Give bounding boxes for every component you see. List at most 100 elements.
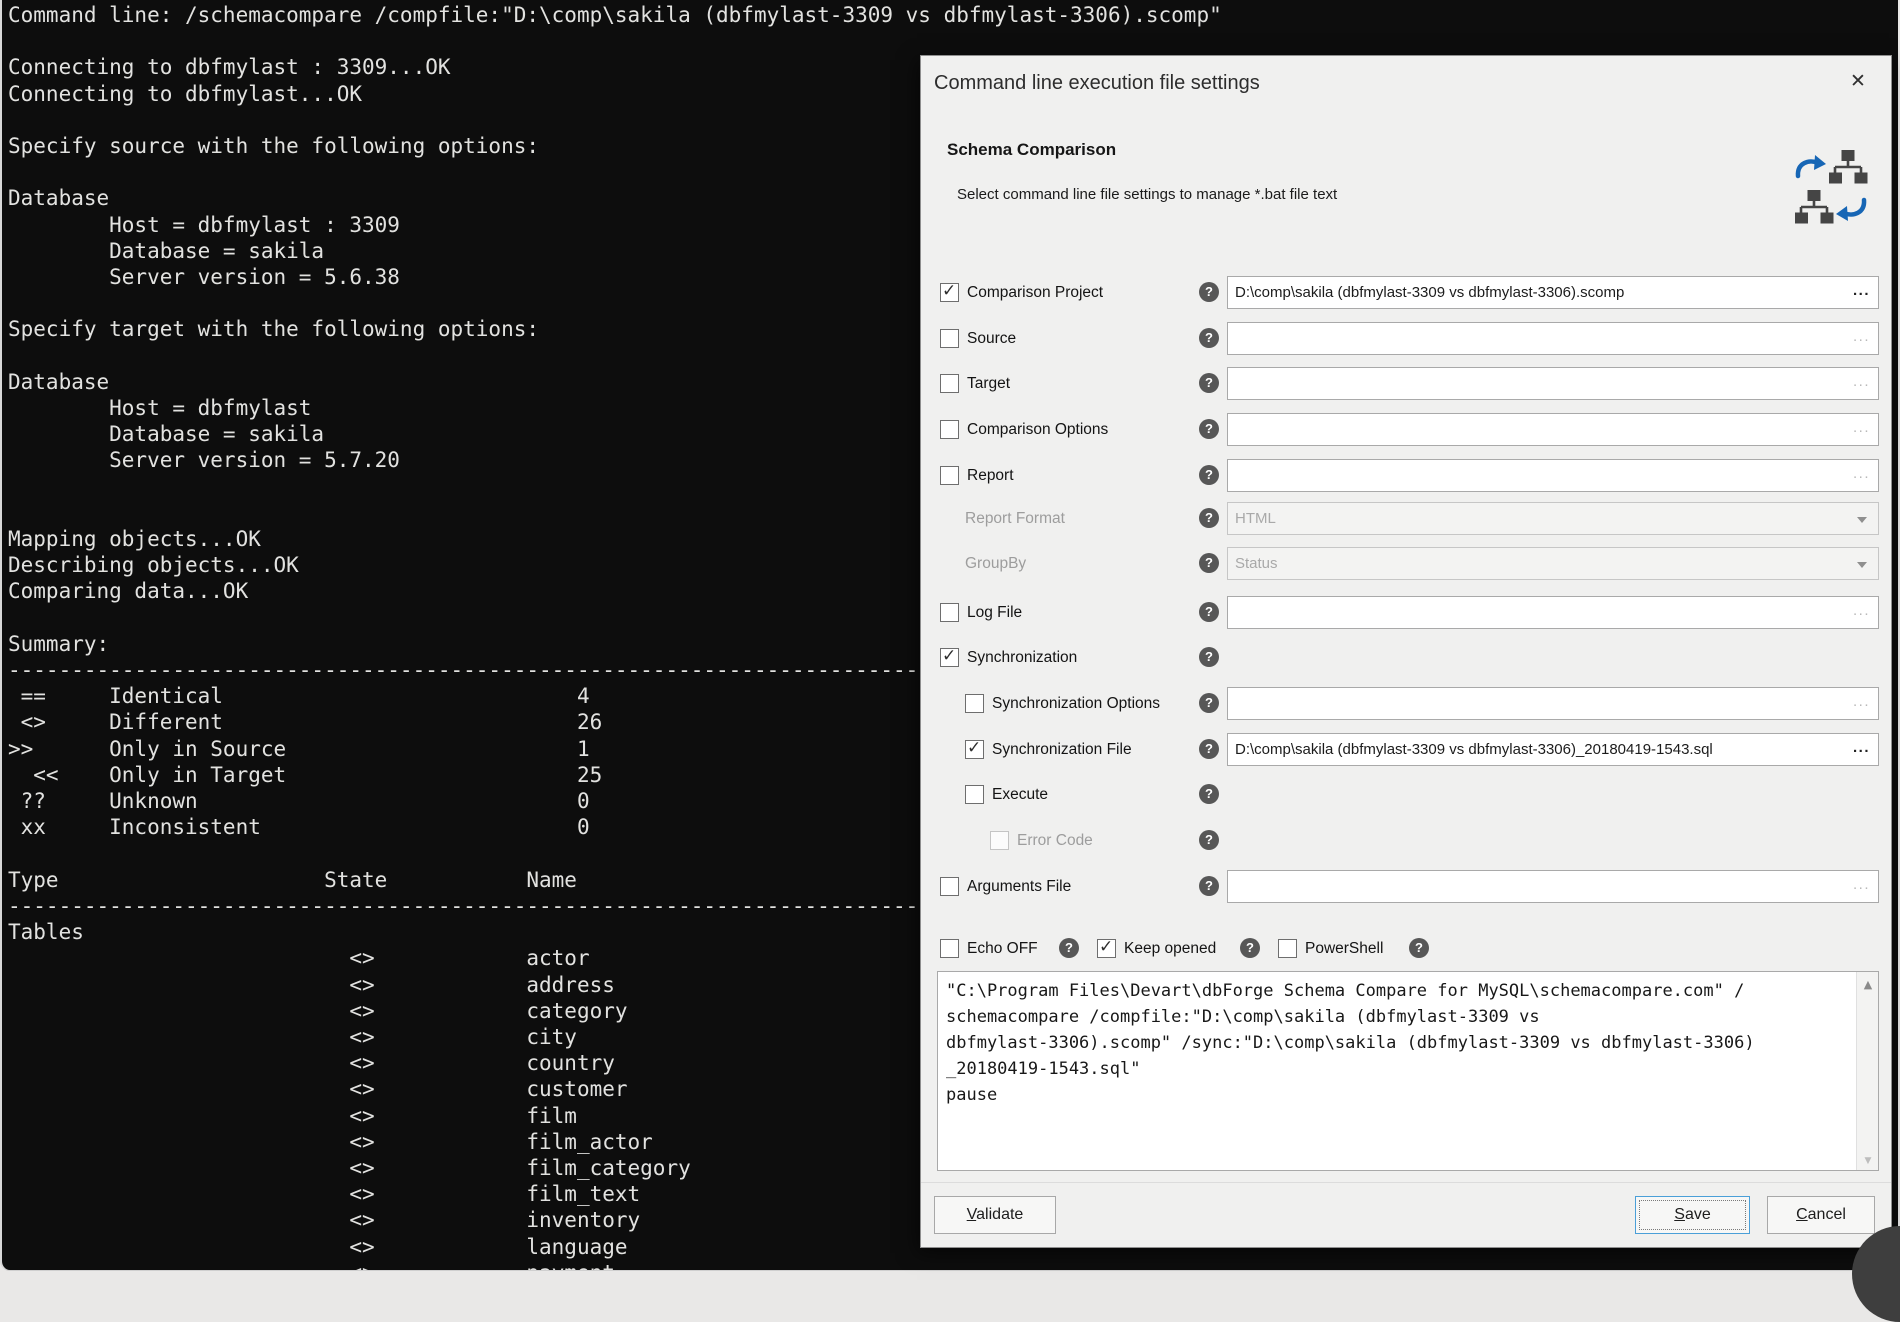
close-icon[interactable]: ✕ [1843,66,1873,96]
browse-button[interactable]: ... [1853,323,1870,351]
dialog-title: Command line execution file settings [934,72,1260,95]
scroll-up-icon[interactable]: ▲ [1857,978,1879,991]
field-value: D:\comp\sakila (dbfmylast-3309 vs dbfmyl… [1235,284,1624,301]
checkbox-synchronization[interactable] [940,648,959,667]
row-source: Source ? ... [921,322,1879,356]
input-target[interactable]: ... [1227,367,1879,400]
row-comparison-options: Comparison Options ? ... [921,413,1879,447]
input-comparison-project[interactable]: D:\comp\sakila (dbfmylast-3309 vs dbfmyl… [1227,276,1879,309]
row-log-file: Log File ? ... [921,596,1879,630]
browse-button[interactable]: ... [1853,414,1870,442]
field-label: Comparison Project [967,284,1103,302]
browse-button[interactable]: ... [1853,734,1870,762]
help-icon-log-file[interactable]: ? [1199,602,1219,622]
row-comparison-project: Comparison Project ? D:\comp\sakila (dbf… [921,276,1879,310]
input-comparison-options[interactable]: ... [1227,413,1879,446]
field-label: Synchronization File [992,741,1132,759]
browse-button[interactable]: ... [1853,368,1870,396]
help-icon-report-format[interactable]: ? [1199,508,1219,528]
help-icon-synchronization-file[interactable]: ? [1199,739,1219,759]
checkbox-synchronization-options[interactable] [965,694,984,713]
save-button[interactable]: Save [1635,1196,1750,1234]
scroll-down-icon[interactable]: ▼ [1857,1156,1879,1166]
checkbox-synchronization-file[interactable] [965,740,984,759]
row-target: Target ? ... [921,367,1879,401]
row-report: Report ? ... [921,459,1879,493]
command-line-settings-dialog: Command line execution file settings ✕ S… [920,55,1892,1248]
checkbox-comparison-project[interactable] [940,283,959,302]
scrollbar[interactable]: ▲ ▼ [1856,972,1878,1170]
field-label: Arguments File [967,878,1071,896]
screen: { "colors": { "console_bg": "#0d0d0d", "… [0,0,1900,1284]
help-icon-arguments-file[interactable]: ? [1199,876,1219,896]
field-value: Status [1235,555,1278,572]
help-icon-keep-opened[interactable]: ? [1240,938,1260,958]
field-label: Comparison Options [967,421,1108,439]
input-report[interactable]: ... [1227,459,1879,492]
input-arguments-file[interactable]: ... [1227,870,1879,903]
checkbox-log-file[interactable] [940,603,959,622]
help-icon-synchronization-options[interactable]: ? [1199,693,1219,713]
field-label: GroupBy [965,555,1026,573]
checkbox-source[interactable] [940,329,959,348]
input-source[interactable]: ... [1227,322,1879,355]
checkbox-echo-off[interactable] [940,939,959,958]
checkbox-arguments-file[interactable] [940,877,959,896]
bat-text-box[interactable]: "C:\Program Files\Devart\dbForge Schema … [937,971,1879,1171]
row-report-format: Report Format ? HTML [921,502,1879,536]
validate-button[interactable]: Validate [934,1196,1056,1234]
help-icon-comparison-project[interactable]: ? [1199,282,1219,302]
checkbox-error-code[interactable] [990,831,1009,850]
browse-button[interactable]: ... [1853,871,1870,899]
help-icon-echo-off[interactable]: ? [1059,938,1079,958]
browse-button[interactable]: ... [1853,688,1870,716]
option-label: Echo OFF [967,940,1038,958]
field-label: Report Format [965,510,1065,528]
help-icon-target[interactable]: ? [1199,373,1219,393]
help-icon-error-code[interactable]: ? [1199,830,1219,850]
row-arguments-file: Arguments File ? ... [921,870,1879,904]
field-label: Log File [967,604,1022,622]
checkbox-target[interactable] [940,374,959,393]
checkbox-keep-opened[interactable] [1097,939,1116,958]
checkbox-comparison-options[interactable] [940,420,959,439]
field-value: D:\comp\sakila (dbfmylast-3309 vs dbfmyl… [1235,741,1713,758]
chevron-down-icon[interactable] [1857,517,1867,523]
option-label: Keep opened [1124,940,1216,958]
input-synchronization-file[interactable]: D:\comp\sakila (dbfmylast-3309 vs dbfmyl… [1227,733,1879,766]
browse-button[interactable]: ... [1853,597,1870,625]
field-value: HTML [1235,510,1276,527]
schema-sync-icon [1793,148,1869,228]
row-execute: Execute ? [921,778,1879,812]
field-label: Report [967,467,1014,485]
button-bar-separator [921,1182,1891,1183]
schema-comparison-heading: Schema Comparison [947,140,1116,160]
field-label: Execute [992,786,1048,804]
checkbox-report[interactable] [940,466,959,485]
browse-button[interactable]: ... [1853,460,1870,488]
row-synchronization-file: Synchronization File ? D:\comp\sakila (d… [921,733,1879,767]
checkbox-powershell[interactable] [1278,939,1297,958]
help-icon-report[interactable]: ? [1199,465,1219,485]
dropdown-report-format[interactable]: HTML [1227,502,1879,535]
bat-text-content: "C:\Program Files\Devart\dbForge Schema … [938,972,1878,1170]
dropdown-groupby[interactable]: Status [1227,547,1879,580]
field-label: Source [967,330,1016,348]
help-icon-synchronization[interactable]: ? [1199,647,1219,667]
row-error-code: Error Code ? [921,824,1879,858]
option-label: PowerShell [1305,940,1383,958]
checkbox-execute[interactable] [965,785,984,804]
help-icon-groupby[interactable]: ? [1199,553,1219,573]
browse-button[interactable]: ... [1853,277,1870,305]
cancel-button[interactable]: Cancel [1767,1196,1875,1234]
field-label: Error Code [1017,832,1093,850]
dialog-description: Select command line file settings to man… [957,186,1337,203]
help-icon-source[interactable]: ? [1199,328,1219,348]
field-label: Target [967,375,1010,393]
chevron-down-icon[interactable] [1857,562,1867,568]
input-log-file[interactable]: ... [1227,596,1879,629]
help-icon-execute[interactable]: ? [1199,784,1219,804]
input-synchronization-options[interactable]: ... [1227,687,1879,720]
help-icon-comparison-options[interactable]: ? [1199,419,1219,439]
help-icon-powershell[interactable]: ? [1409,938,1429,958]
